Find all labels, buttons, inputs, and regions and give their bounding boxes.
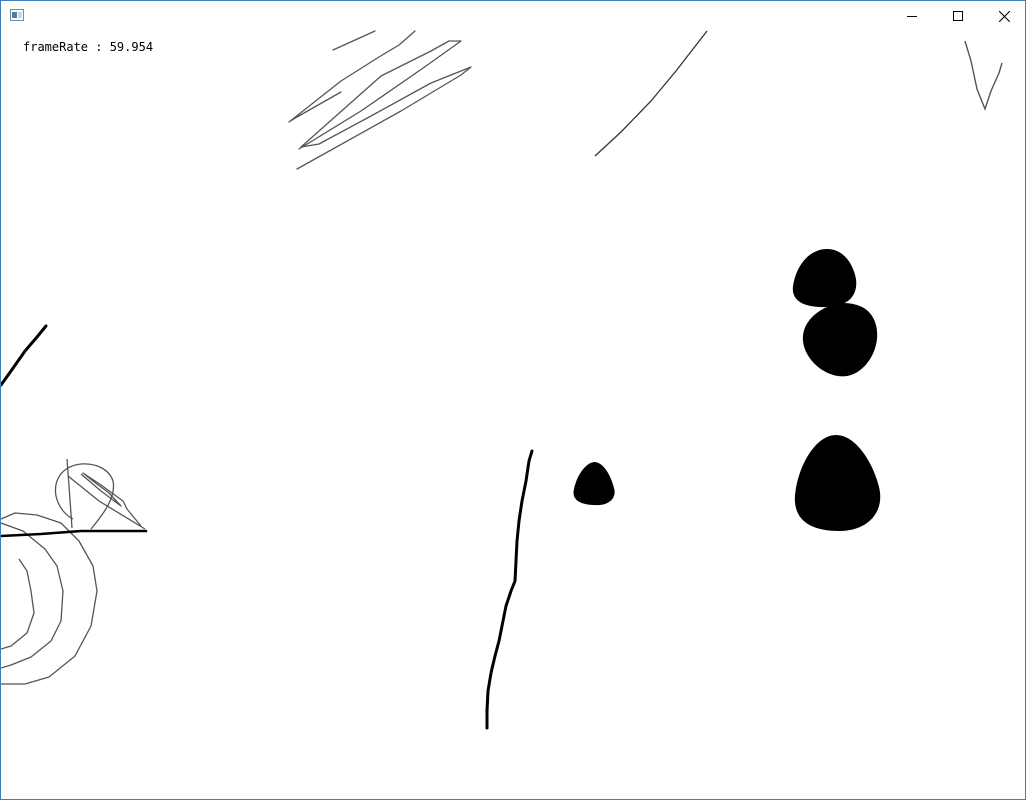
thin-stroke-top-right — [964, 40, 1003, 112]
ink-blob-top-right — [792, 249, 857, 308]
thick-vertical-stroke-center — [485, 449, 534, 730]
framerate-readout: frameRate : 59.954 — [23, 40, 154, 54]
thin-scribble-left-cluster — [1, 458, 146, 685]
app-window: frameRate : 59.954 — [0, 0, 1026, 800]
ink-blob-small — [573, 462, 615, 506]
ink-blob-middle-right — [802, 303, 878, 377]
thin-scribble-top-left — [288, 30, 472, 170]
ink-blob-bottom-right — [794, 435, 881, 531]
thick-stroke-left — [1, 324, 48, 387]
drawing-canvas[interactable] — [1, 1, 1025, 799]
thin-stroke-top-middle — [594, 30, 708, 157]
